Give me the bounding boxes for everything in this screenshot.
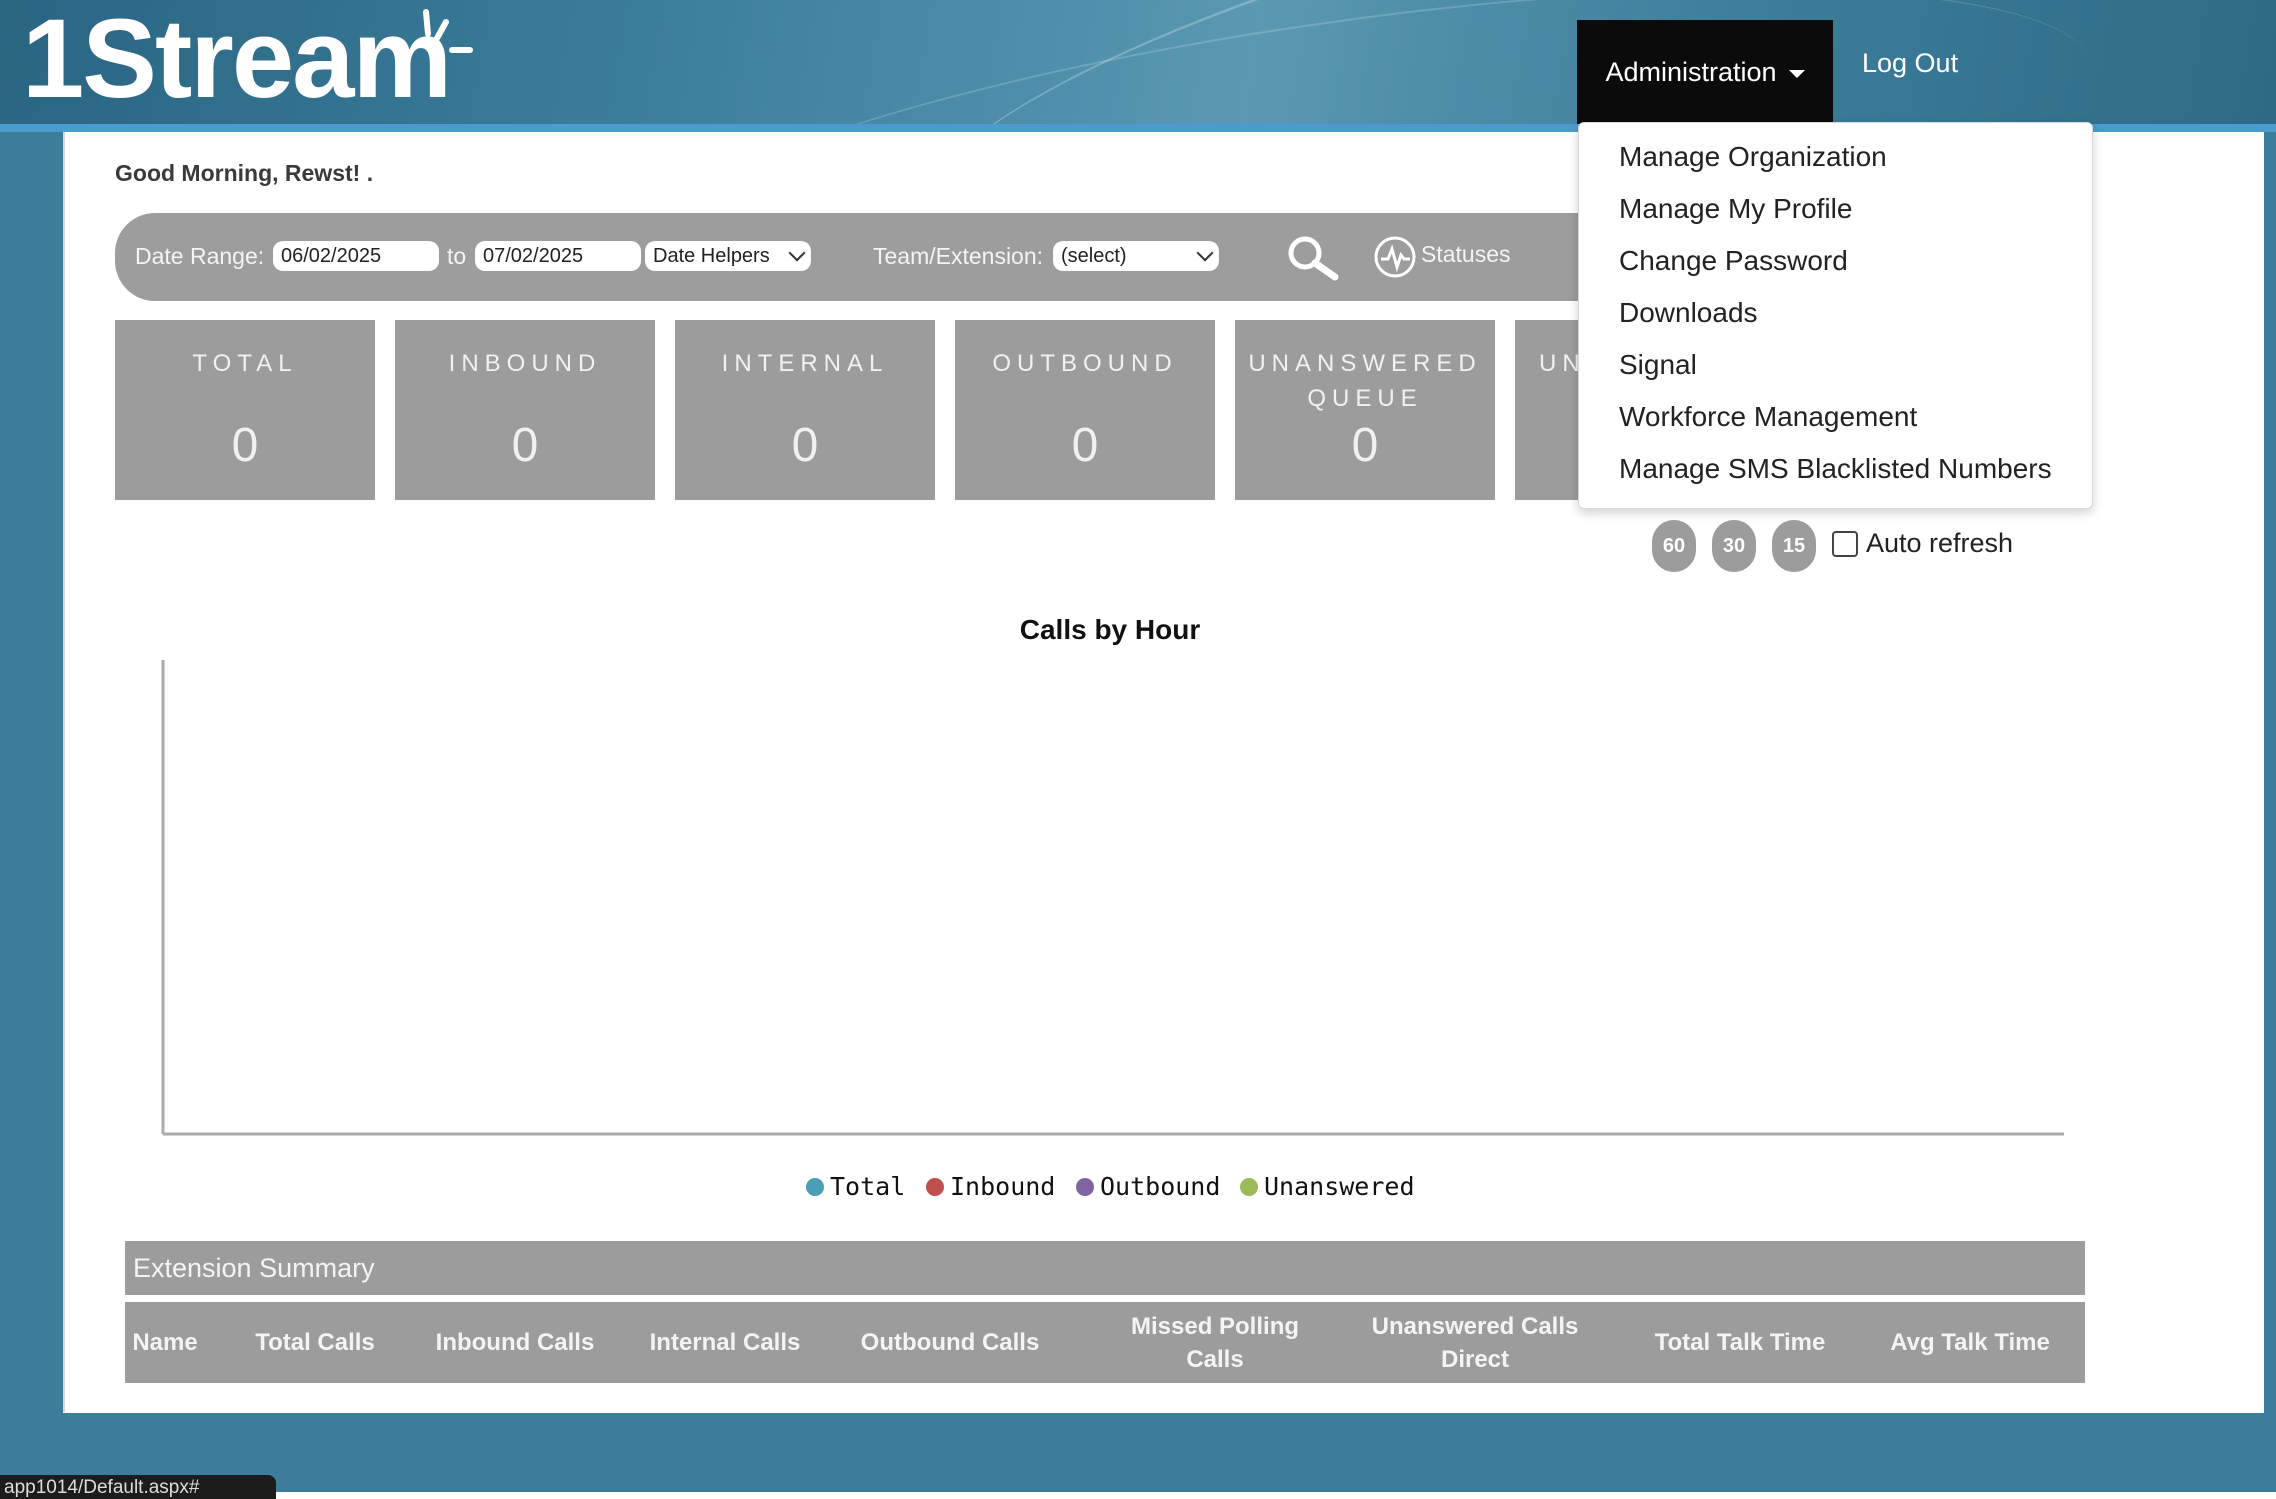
card-value: 0 xyxy=(511,419,539,472)
auto-refresh-checkbox[interactable] xyxy=(1832,530,1858,557)
team-extension-label: Team/Extension: xyxy=(873,243,1044,269)
menu-item-downloads[interactable]: Downloads xyxy=(1619,297,1758,329)
stat-card-inbound: INBOUND 0 xyxy=(395,320,655,500)
column-header-total-calls[interactable]: Total Calls xyxy=(225,1302,405,1383)
end-date-input[interactable]: 07/02/2025 xyxy=(475,241,641,271)
refresh-30-button[interactable]: 30 xyxy=(1712,520,1756,572)
stat-card-partial: UN xyxy=(1515,320,1585,500)
filter-bar: Date Range: 06/02/2025 to 07/02/2025 Dat… xyxy=(115,213,1635,301)
legend-item-total[interactable]: Total xyxy=(806,1172,905,1201)
column-header-name[interactable]: Name xyxy=(125,1302,205,1383)
legend-item-inbound[interactable]: Inbound xyxy=(926,1172,1055,1201)
refresh-15-button[interactable]: 15 xyxy=(1772,520,1816,572)
column-header-unanswered-calls-direct[interactable]: Unanswered Calls Direct xyxy=(1350,1302,1600,1383)
auto-refresh-control[interactable]: Auto refresh xyxy=(1832,528,2013,559)
search-icon[interactable] xyxy=(1285,233,1341,283)
menu-item-signal[interactable]: Signal xyxy=(1619,349,1697,381)
menu-item-workforce-management[interactable]: Workforce Management xyxy=(1619,401,1917,433)
card-value: 0 xyxy=(1071,419,1099,472)
stat-card-unanswered-queue: UNANSWERED QUEUE 0 xyxy=(1235,320,1495,500)
pulse-icon[interactable] xyxy=(1373,235,1417,279)
to-label: to xyxy=(447,243,467,269)
calls-by-hour-chart xyxy=(161,660,2064,1136)
column-header-internal-calls[interactable]: Internal Calls xyxy=(625,1302,825,1383)
administration-menu-button[interactable]: Administration xyxy=(1577,20,1833,124)
card-label: INTERNAL xyxy=(721,350,889,377)
app-logo[interactable]: 1Stream xyxy=(22,3,452,115)
statuses-button[interactable]: Statuses xyxy=(1421,241,1511,268)
administration-label: Administration xyxy=(1605,56,1777,87)
column-header-outbound-calls[interactable]: Outbound Calls xyxy=(840,1302,1060,1383)
auto-refresh-label: Auto refresh xyxy=(1866,528,2014,558)
extension-summary-header: Extension Summary xyxy=(125,1241,2085,1295)
legend-item-unanswered[interactable]: Unanswered xyxy=(1240,1172,1415,1201)
card-value: 0 xyxy=(231,419,259,472)
legend-label: Inbound xyxy=(950,1172,1056,1201)
administration-dropdown-menu: Manage Organization Manage My Profile Ch… xyxy=(1578,122,2093,509)
column-header-inbound-calls[interactable]: Inbound Calls xyxy=(415,1302,615,1383)
column-header-missed-polling-calls[interactable]: Missed Polling Calls xyxy=(1100,1302,1330,1383)
stat-card-internal: INTERNAL 0 xyxy=(675,320,935,500)
left-page-margin xyxy=(0,132,63,1492)
refresh-60-button[interactable]: 60 xyxy=(1652,520,1696,572)
menu-item-change-password[interactable]: Change Password xyxy=(1619,245,1848,277)
legend-item-outbound[interactable]: Outbound xyxy=(1076,1172,1220,1201)
right-page-margin xyxy=(2264,132,2276,1492)
content-border xyxy=(63,132,65,1412)
legend-label: Unanswered xyxy=(1264,1172,1415,1201)
chevron-down-icon xyxy=(1196,244,1214,262)
legend-label: Outbound xyxy=(1100,1172,1221,1201)
date-helpers-value: Date Helpers xyxy=(653,245,770,267)
chart-title: Calls by Hour xyxy=(1019,614,1201,645)
card-label: INBOUND xyxy=(448,350,602,377)
caret-down-icon xyxy=(1788,70,1805,78)
legend-marker xyxy=(806,1177,824,1196)
card-label: UNANSWERED QUEUE xyxy=(1248,350,1482,412)
column-header-avg-talk-time[interactable]: Avg Talk Time xyxy=(1865,1302,2075,1383)
header-banner: 1Stream Administration Log Out xyxy=(0,0,2276,124)
date-helpers-select[interactable]: Date Helpers xyxy=(645,241,811,271)
stat-card-total: TOTAL 0 xyxy=(115,320,375,500)
card-label: TOTAL xyxy=(192,350,298,377)
card-label: UN xyxy=(1539,350,1586,377)
card-value: 0 xyxy=(1351,419,1379,472)
team-extension-value: (select) xyxy=(1061,245,1127,267)
team-extension-select[interactable]: (select) xyxy=(1053,241,1219,271)
card-label: OUTBOUND xyxy=(992,350,1178,377)
legend-label: Total xyxy=(830,1172,906,1201)
stat-card-outbound: OUTBOUND 0 xyxy=(955,320,1215,500)
menu-item-manage-sms-blacklisted-numbers[interactable]: Manage SMS Blacklisted Numbers xyxy=(1619,453,2052,485)
legend-marker xyxy=(926,1177,944,1196)
extension-summary-table-header: Name Total Calls Inbound Calls Internal … xyxy=(125,1302,2085,1383)
menu-item-manage-my-profile[interactable]: Manage My Profile xyxy=(1619,193,1852,225)
start-date-input[interactable]: 06/02/2025 xyxy=(273,241,439,271)
browser-status-url: app1014/Default.aspx# xyxy=(0,1475,276,1499)
logout-link[interactable]: Log Out xyxy=(1862,48,1958,79)
date-range-label: Date Range: xyxy=(135,243,265,269)
logo-sparkle-icon xyxy=(423,9,473,53)
greeting-text: Good Morning, Rewst! . xyxy=(115,160,374,186)
legend-marker xyxy=(1076,1177,1094,1196)
page-footer xyxy=(63,1413,2276,1492)
chevron-down-icon xyxy=(788,244,806,262)
card-value: 0 xyxy=(791,419,819,472)
legend-marker xyxy=(1240,1177,1258,1196)
column-header-total-talk-time[interactable]: Total Talk Time xyxy=(1635,1302,1845,1383)
menu-item-manage-organization[interactable]: Manage Organization xyxy=(1619,141,1887,173)
